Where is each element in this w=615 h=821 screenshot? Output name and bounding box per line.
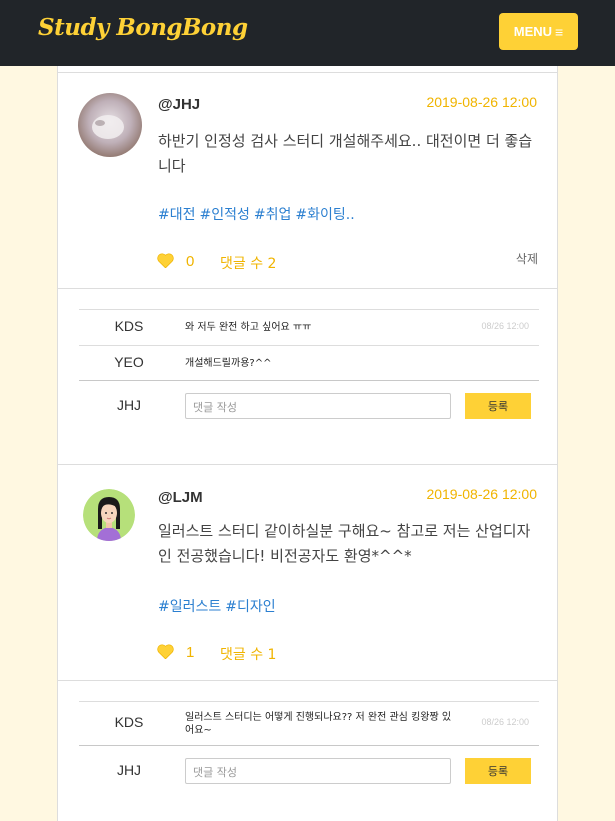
tag-link[interactable]: #디자인 bbox=[225, 599, 275, 615]
comment-author[interactable]: KDS bbox=[79, 318, 179, 334]
post-author[interactable]: @JHJ bbox=[158, 96, 200, 113]
comment-author[interactable]: KDS bbox=[79, 714, 179, 730]
tag-link[interactable]: #대전 bbox=[158, 207, 196, 223]
brand-logo[interactable]: Study BongBong bbox=[38, 14, 248, 41]
post-tags: #일러스트 #디자인 bbox=[158, 596, 280, 616]
comment-text: 개설해드릴까용?^^ bbox=[185, 358, 272, 369]
divider bbox=[58, 680, 557, 681]
avatar bbox=[83, 489, 135, 541]
comment-input[interactable]: 댓글 작성 bbox=[185, 393, 451, 419]
comment-count[interactable]: 댓글 수 1 bbox=[220, 644, 276, 664]
feed-panel: @JHJ 2019-08-26 12:00 하반기 인정성 검사 스터디 개설해… bbox=[57, 66, 558, 821]
like-count: 1 bbox=[186, 644, 195, 661]
like-count: 0 bbox=[186, 253, 195, 270]
comment-time: 08/26 12:00 bbox=[481, 321, 529, 331]
hamburger-icon: ≡ bbox=[555, 23, 564, 40]
heart-icon[interactable] bbox=[157, 644, 174, 663]
tag-link[interactable]: #인적성 bbox=[200, 207, 250, 223]
comment-count[interactable]: 댓글 수 2 bbox=[220, 253, 276, 273]
divider bbox=[58, 72, 557, 73]
comment-text: 와 저두 완전 하고 싶어요 ㅠㅠ bbox=[185, 322, 312, 333]
divider bbox=[79, 309, 539, 310]
delete-button[interactable]: 삭제 bbox=[516, 250, 538, 267]
comment-author[interactable]: YEO bbox=[79, 354, 179, 370]
comment-time: 08/26 12:00 bbox=[481, 717, 529, 727]
post-date: 2019-08-26 12:00 bbox=[426, 486, 537, 502]
divider bbox=[79, 380, 539, 381]
comment-input[interactable]: 댓글 작성 bbox=[185, 758, 451, 784]
avatar bbox=[78, 93, 142, 157]
comment-input-user: JHJ bbox=[116, 397, 142, 413]
comment-input-user: JHJ bbox=[116, 762, 142, 778]
divider bbox=[58, 464, 557, 465]
tag-link[interactable]: #취업 bbox=[254, 207, 292, 223]
comment-text: 일러스트 스터디는 어떻게 진행되나요?? 저 완전 관심 킹왕짱 있어요~ bbox=[185, 712, 452, 736]
submit-comment-button[interactable]: 등록 bbox=[465, 393, 531, 419]
heart-icon[interactable] bbox=[157, 253, 174, 272]
menu-button[interactable]: MENU ≡ bbox=[499, 13, 578, 50]
submit-comment-button[interactable]: 등록 bbox=[465, 758, 531, 784]
tag-link[interactable]: #일러스트 bbox=[158, 599, 221, 615]
post-author[interactable]: @LJM bbox=[158, 489, 203, 506]
divider bbox=[58, 288, 557, 289]
post-content: 하반기 인정성 검사 스터디 개설해주세요.. 대전이면 더 좋습니다 bbox=[158, 132, 533, 175]
menu-label: MENU bbox=[513, 24, 553, 39]
navbar: Study BongBong MENU ≡ bbox=[0, 0, 615, 66]
post-date: 2019-08-26 12:00 bbox=[426, 94, 537, 110]
tag-link[interactable]: #화이팅.. bbox=[295, 207, 354, 223]
divider bbox=[79, 345, 539, 346]
divider bbox=[79, 701, 539, 702]
divider bbox=[79, 745, 539, 746]
post-tags: #대전 #인적성 #취업 #화이팅.. bbox=[158, 204, 359, 224]
post-content: 일러스트 스터디 같이하실분 구해요~ 참고로 저는 산업디자인 전공했습니다!… bbox=[158, 522, 531, 565]
